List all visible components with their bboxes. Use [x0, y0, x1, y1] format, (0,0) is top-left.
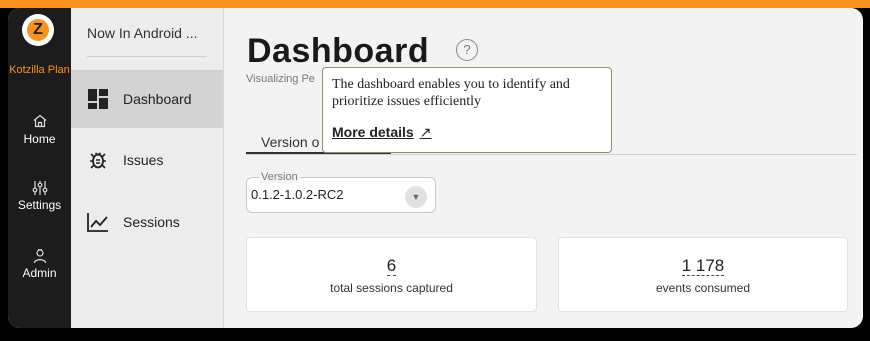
version-select-label: Version: [259, 171, 300, 183]
stat-value-number[interactable]: 1 178: [681, 256, 725, 276]
nav-item-issues[interactable]: Issues: [71, 131, 223, 189]
chart-line-icon: [86, 210, 110, 234]
rail-item-label: Settings: [17, 198, 62, 212]
version-select[interactable]: Version 0.1.2-1.0.2-RC2 ▼: [246, 171, 436, 213]
rail-item-settings[interactable]: Settings: [8, 180, 71, 212]
help-icon[interactable]: ?: [456, 39, 478, 61]
stat-value-number[interactable]: 6: [386, 256, 397, 276]
tab-divider: [246, 154, 857, 155]
stat-label: total sessions captured: [330, 281, 453, 295]
nav-item-sessions[interactable]: Sessions: [71, 193, 223, 251]
dashboard-icon: [86, 87, 110, 111]
project-nav: Now In Android ... Dashboard Issues Sess…: [71, 8, 224, 328]
rail-item-label: Home: [23, 132, 56, 146]
brand-name: Kotzilla Plan: [9, 64, 70, 76]
stat-value[interactable]: 6: [247, 256, 536, 276]
nav-divider: [87, 56, 207, 57]
external-link-icon: ↗: [419, 124, 432, 140]
nav-item-label: Dashboard: [123, 91, 192, 107]
app-logo[interactable]: Z: [22, 14, 54, 46]
nav-item-label: Issues: [123, 152, 164, 168]
more-details-label: More details: [332, 124, 414, 140]
home-icon: [8, 114, 71, 132]
sliders-icon: [8, 180, 71, 198]
project-title[interactable]: Now In Android ...: [87, 25, 198, 41]
logo-glyph: Z: [27, 19, 49, 41]
tooltip-text: The dashboard enables you to identify an…: [332, 77, 570, 109]
admin-icon: [8, 248, 71, 266]
bug-icon: [86, 148, 110, 172]
nav-item-label: Sessions: [123, 214, 180, 230]
main-content: Dashboard ? Visualizing Pe Version o Ver…: [224, 8, 863, 328]
page-title: Dashboard: [247, 32, 430, 70]
help-tooltip: The dashboard enables you to identify an…: [322, 67, 612, 153]
stat-value[interactable]: 1 178: [559, 256, 847, 276]
rail-item-home[interactable]: Home: [8, 114, 71, 146]
rail-item-label: Admin: [22, 266, 57, 280]
rail-item-admin[interactable]: Admin: [8, 248, 71, 280]
stat-card-events: 1 178 events consumed: [558, 237, 848, 312]
version-select-value: 0.1.2-1.0.2-RC2: [251, 187, 344, 202]
stat-card-sessions: 6 total sessions captured: [246, 237, 537, 312]
left-rail: Z Kotzilla Plan Home Settings Admin: [8, 8, 71, 328]
page-subtitle: Visualizing Pe: [246, 73, 315, 85]
top-accent-bar: [0, 0, 870, 8]
nav-item-dashboard[interactable]: Dashboard: [71, 70, 223, 128]
more-details-link[interactable]: More details ↗: [332, 124, 431, 141]
chevron-down-icon[interactable]: ▼: [405, 186, 427, 208]
stat-label: events consumed: [655, 281, 751, 295]
app-window: Z Kotzilla Plan Home Settings Admin Now …: [8, 8, 863, 328]
